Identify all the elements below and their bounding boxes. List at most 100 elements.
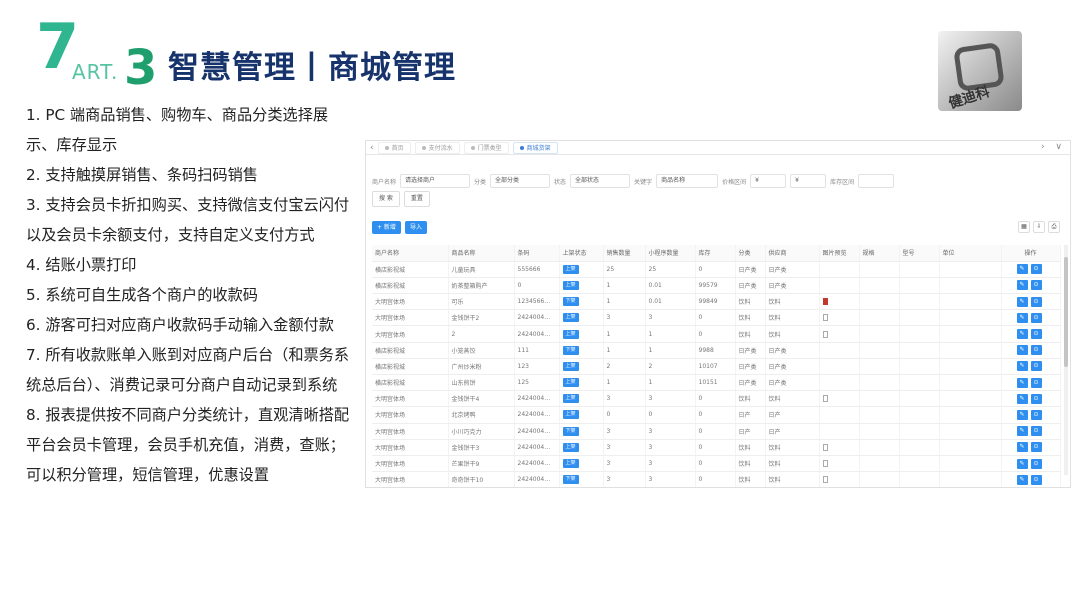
info-icon[interactable]: ⊙ (1030, 377, 1042, 388)
edit-icon[interactable]: ✎ (1016, 409, 1028, 420)
status-badge[interactable]: 下架 (562, 475, 579, 485)
status-badge[interactable]: 上架 (562, 459, 579, 469)
info-icon[interactable]: ⊙ (1030, 361, 1042, 372)
price-max-input[interactable]: ¥ (790, 174, 827, 188)
edit-icon[interactable]: ✎ (1016, 377, 1028, 388)
column-header[interactable]: 商品名称 (448, 245, 515, 262)
info-icon[interactable]: ⊙ (1030, 393, 1042, 404)
edit-icon[interactable]: ✎ (1016, 393, 1028, 404)
edit-icon[interactable]: ✎ (1016, 296, 1028, 307)
merchant-select[interactable]: 请选择商户 (400, 174, 471, 188)
category-select[interactable]: 全部分类 (490, 174, 551, 188)
info-icon[interactable]: ⊙ (1030, 345, 1042, 356)
image-preview-icon[interactable] (822, 298, 828, 306)
edit-icon[interactable]: ✎ (1016, 361, 1028, 372)
column-header[interactable]: 条码 (514, 245, 560, 262)
column-header[interactable]: 库存 (695, 245, 736, 262)
import-button[interactable]: 导入 (404, 221, 427, 234)
info-icon[interactable]: ⊙ (1030, 426, 1042, 437)
tab-prev-icon[interactable]: ‹ (370, 143, 374, 153)
status-select[interactable]: 全部状态 (570, 174, 631, 188)
edit-icon[interactable]: ✎ (1016, 345, 1028, 356)
tab-payments[interactable]: 支付流水 (414, 141, 460, 154)
info-icon[interactable]: ⊙ (1030, 442, 1042, 453)
column-header[interactable]: 操作 (1001, 245, 1061, 262)
add-button[interactable]: + 新增 (372, 221, 401, 234)
column-header[interactable]: 单位 (939, 245, 1002, 262)
edit-icon[interactable]: ✎ (1016, 458, 1028, 469)
edit-icon[interactable]: ✎ (1016, 280, 1028, 291)
tab-ticket-types[interactable]: 门票类型 (463, 141, 509, 154)
column-header[interactable]: 上架状态 (559, 245, 604, 262)
status-badge[interactable]: 上架 (562, 329, 579, 339)
image-preview-icon[interactable] (822, 476, 828, 484)
edit-icon[interactable]: ✎ (1016, 264, 1028, 275)
table-row[interactable]: 大明宫体场 芒果饼干9 2424004… 上架 3 3 0 饮料 饮料 ✎ ⊙ (372, 455, 1061, 473)
export-icon[interactable]: ⇩ (1033, 221, 1045, 233)
edit-icon[interactable]: ✎ (1016, 442, 1028, 453)
status-badge[interactable]: 上架 (562, 442, 579, 452)
info-icon[interactable]: ⊙ (1030, 474, 1042, 485)
columns-icon[interactable]: ▦ (1018, 221, 1030, 233)
table-row[interactable]: 大明宫体场 金钱饼干2 2424004… 上架 3 3 0 饮料 饮料 ✎ ⊙ (372, 309, 1061, 327)
status-cell: 上架 (559, 309, 604, 327)
tab-next-icon[interactable]: › ∨ (1041, 142, 1066, 152)
info-icon[interactable]: ⊙ (1030, 264, 1042, 275)
status-badge[interactable]: 上架 (562, 264, 579, 274)
stock-range-input[interactable] (858, 174, 895, 188)
table-row[interactable]: 横店影视城 奶茶整箱购产 0 上架 1 0.01 99579 日产类 日产类 ✎ ⊙ (372, 277, 1061, 295)
status-badge[interactable]: 上架 (562, 280, 579, 290)
info-icon[interactable]: ⊙ (1030, 329, 1042, 340)
image-preview-icon[interactable] (822, 395, 828, 403)
status-badge[interactable]: 上架 (562, 361, 579, 371)
table-row[interactable]: 大明宫体场 北京烤鸭 2424004… 上架 0 0 0 日产 日产 ✎ ⊙ (372, 406, 1061, 424)
edit-icon[interactable]: ✎ (1016, 474, 1028, 485)
price-min-input[interactable]: ¥ (750, 174, 787, 188)
image-preview-icon[interactable] (822, 330, 828, 338)
table-row[interactable]: 大明宫体场 奇奇饼干10 2424004… 下架 3 3 0 饮料 饮料 ✎ ⊙ (372, 471, 1061, 487)
edit-icon[interactable]: ✎ (1016, 312, 1028, 323)
table-row[interactable]: 大明宫体场 金钱饼干4 2424004… 上架 3 3 0 饮料 饮料 ✎ ⊙ (372, 390, 1061, 408)
status-badge[interactable]: 上架 (562, 410, 579, 420)
column-header[interactable]: 型号 (899, 245, 940, 262)
table-row[interactable]: 大明宫体场 可乐 1234566… 下架 1 0.01 99849 饮料 饮料 ✎ ⊙ (372, 293, 1061, 311)
table-row[interactable]: 大明宫体场 金钱饼干3 2424004… 上架 3 3 0 饮料 饮料 ✎ ⊙ (372, 439, 1061, 456)
status-badge[interactable]: 下架 (562, 297, 579, 307)
search-button[interactable]: 搜 索 (372, 191, 400, 207)
table-row[interactable]: 大明宫体场 2 2424004… 上架 1 1 0 饮料 饮料 ✎ ⊙ (372, 325, 1061, 343)
image-preview-icon[interactable] (822, 443, 828, 451)
column-header[interactable]: 图片预览 (819, 245, 860, 262)
table-row[interactable]: 横店影视城 山东煎饼 125 上架 1 1 10151 日产类 日产类 ✎ ⊙ (372, 374, 1061, 392)
info-icon[interactable]: ⊙ (1030, 312, 1042, 323)
tab-shelf[interactable]: 商城货架 (512, 141, 558, 154)
edit-icon[interactable]: ✎ (1016, 426, 1028, 437)
image-preview-icon[interactable] (822, 314, 828, 322)
status-badge[interactable]: 下架 (562, 345, 579, 355)
tab-home[interactable]: 首页 (377, 141, 411, 154)
table-row[interactable]: 大明宫体场 小川巧克力 2424004… 下架 3 3 0 日产 日产 ✎ ⊙ (372, 423, 1061, 440)
status-badge[interactable]: 上架 (562, 394, 579, 404)
image-preview-icon[interactable] (822, 460, 828, 468)
edit-icon[interactable]: ✎ (1016, 329, 1028, 340)
column-header[interactable]: 销售数量 (603, 245, 646, 262)
info-icon[interactable]: ⊙ (1030, 280, 1042, 291)
column-header[interactable]: 供应商 (765, 245, 820, 262)
table-row[interactable]: 横店影视城 广州炒米粉 123 上架 2 2 10107 日产类 日产类 ✎ ⊙ (372, 358, 1061, 376)
info-icon[interactable]: ⊙ (1030, 458, 1042, 469)
column-header[interactable]: 规格 (859, 245, 900, 262)
column-header[interactable]: 分类 (735, 245, 766, 262)
table-row[interactable]: 横店影视城 儿童玩具 555666 上架 25 25 0 日产类 日产类 ✎ ⊙ (372, 261, 1061, 278)
table-row[interactable]: 横店影视城 小笼蒸饺 111 下架 1 1 9988 日产类 日产类 ✎ ⊙ (372, 342, 1061, 359)
status-badge[interactable]: 上架 (562, 378, 579, 388)
keyword-input[interactable]: 商品名称 (656, 174, 719, 188)
column-header[interactable]: 商户名称 (372, 245, 449, 262)
table-scrollbar[interactable] (1064, 245, 1068, 475)
reset-button[interactable]: 重置 (403, 191, 430, 207)
print-icon[interactable]: ⎙ (1048, 221, 1060, 233)
status-badge[interactable]: 上架 (562, 313, 579, 323)
info-icon[interactable]: ⊙ (1030, 409, 1042, 420)
info-icon[interactable]: ⊙ (1030, 296, 1042, 307)
scrollbar-thumb[interactable] (1064, 257, 1068, 367)
column-header[interactable]: 小程序数量 (645, 245, 696, 262)
status-badge[interactable]: 下架 (562, 426, 579, 436)
